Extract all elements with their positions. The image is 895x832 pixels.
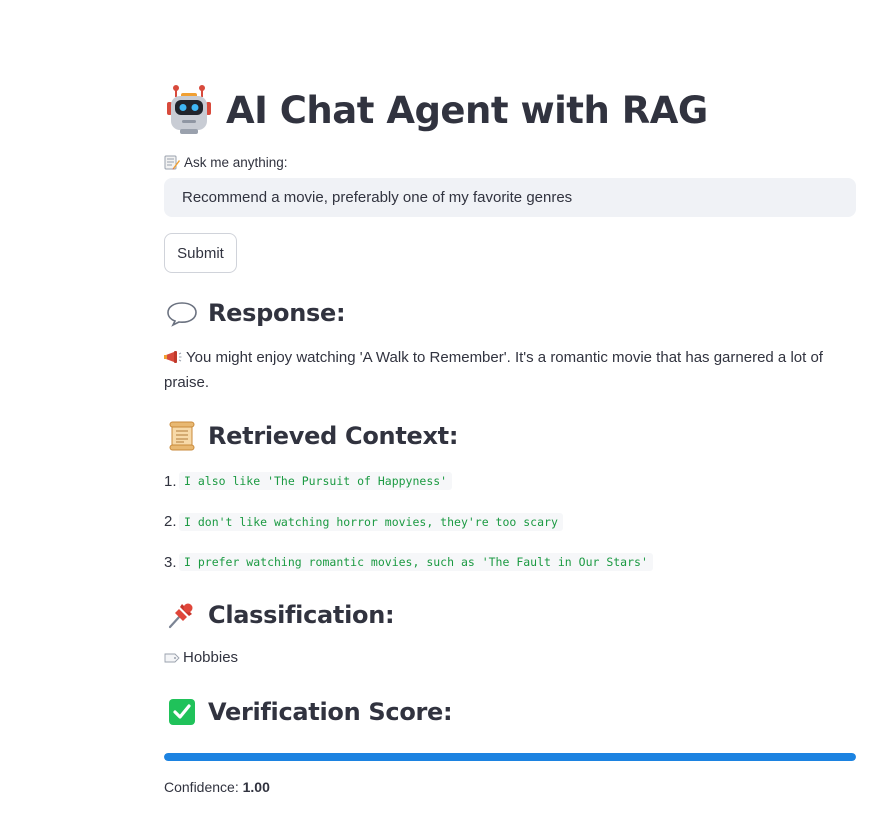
pushpin-icon: [168, 603, 193, 629]
response-heading-text: Response:: [208, 299, 346, 327]
classification-heading: Classification:: [166, 597, 395, 633]
context-item-number: 3.: [164, 553, 177, 571]
submit-button[interactable]: Submit: [164, 233, 237, 273]
page-title: AI Chat Agent with RAG: [226, 88, 708, 132]
page-header: AI Chat Agent with RAG: [166, 82, 708, 138]
scroll-icon: [169, 421, 195, 451]
context-heading-text: Retrieved Context:: [208, 422, 459, 450]
response-text: You might enjoy watching 'A Walk to Reme…: [164, 349, 823, 391]
context-item-text: I prefer watching romantic movies, such …: [179, 553, 653, 571]
response-text-block: You might enjoy watching 'A Walk to Reme…: [164, 345, 824, 395]
context-item-text: I don't like watching horror movies, the…: [179, 512, 563, 531]
megaphone-icon: [164, 351, 182, 363]
verification-progress-fill: [164, 753, 856, 761]
verification-heading: Verification Score:: [166, 694, 453, 730]
memo-icon: [164, 155, 180, 170]
confidence-label: Confidence:: [164, 779, 239, 795]
verification-progress-bar: [164, 753, 856, 761]
confidence-row: Confidence: 1.00: [164, 779, 270, 795]
context-item: 2. I don't like watching horror movies, …: [164, 511, 653, 533]
verification-heading-text: Verification Score:: [208, 698, 453, 726]
query-label: Ask me anything:: [184, 154, 288, 170]
robot-icon: [167, 85, 211, 134]
context-item-text: I also like 'The Pursuit of Happyness': [179, 472, 453, 490]
confidence-value: 1.00: [242, 779, 270, 795]
context-item: 1. I also like 'The Pursuit of Happyness…: [164, 470, 653, 492]
context-list: 1. I also like 'The Pursuit of Happyness…: [164, 470, 653, 592]
classification-value: Hobbies: [183, 649, 239, 666]
context-item-number: 2.: [164, 513, 177, 530]
context-heading: Retrieved Context:: [166, 418, 458, 454]
context-item: 3. I prefer watching romantic movies, su…: [164, 551, 653, 573]
classification-value-row: Hobbies: [164, 649, 238, 666]
context-item-number: 1.: [164, 472, 177, 490]
check-mark-button-icon: [169, 699, 195, 725]
speech-bubble-icon: [167, 302, 197, 327]
query-input[interactable]: [164, 178, 856, 217]
response-heading: Response:: [166, 295, 346, 331]
label-tag-icon: [164, 653, 180, 662]
query-label-row: Ask me anything:: [164, 154, 288, 170]
classification-heading-text: Classification:: [208, 601, 395, 629]
